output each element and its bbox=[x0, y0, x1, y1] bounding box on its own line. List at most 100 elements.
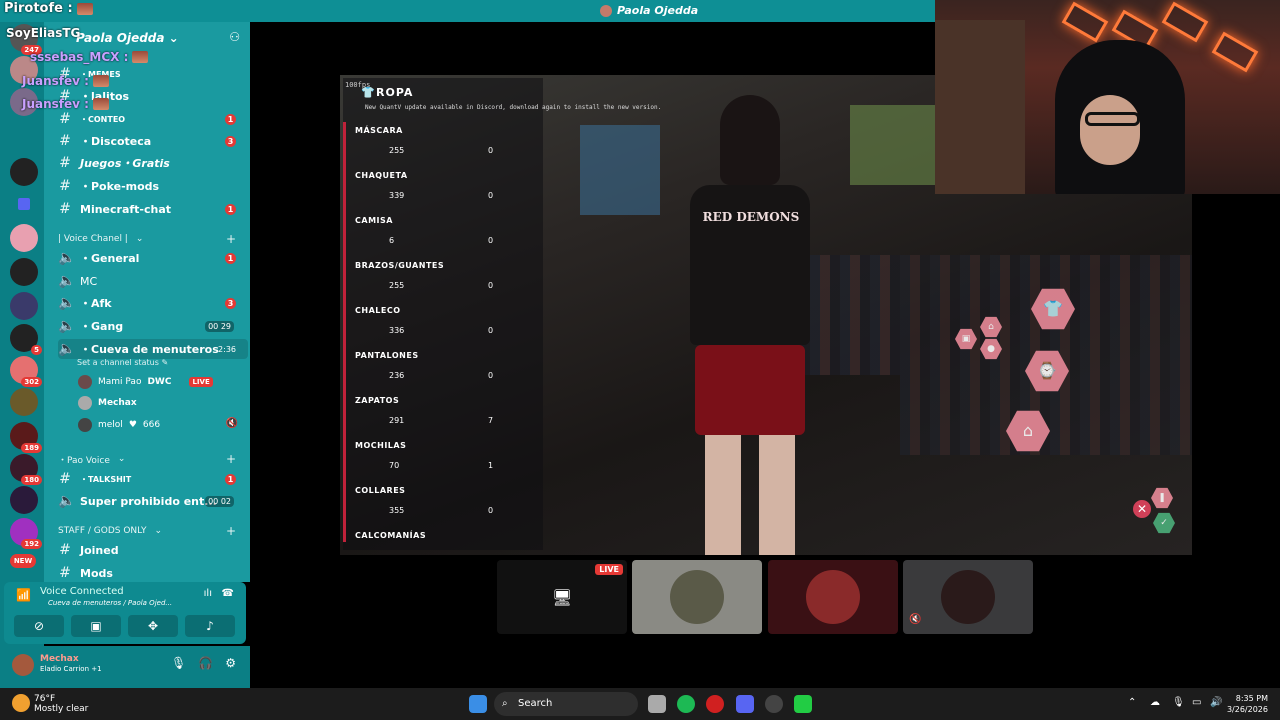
server-icon[interactable] bbox=[10, 292, 38, 320]
weather-widget[interactable]: 76°F Mostly clear bbox=[34, 694, 88, 714]
drawable-value[interactable]: 236 bbox=[389, 371, 404, 380]
add-channel-icon[interactable]: + bbox=[226, 452, 236, 466]
texture-value[interactable]: 0 bbox=[488, 236, 493, 245]
voice-location[interactable]: Cueva de menuteros / Paola Ojed... bbox=[48, 599, 172, 607]
channel-talkshit[interactable]: # ・TALKSHIT 1 bbox=[58, 469, 248, 489]
voice-member[interactable]: Mami Pao DWC LIVE bbox=[78, 373, 213, 391]
server-name[interactable]: Paola Ojedda ⌄ bbox=[76, 31, 179, 45]
participant-tile[interactable] bbox=[768, 560, 898, 634]
task-view-icon[interactable] bbox=[648, 695, 666, 713]
volume-icon[interactable]: 🔊 bbox=[1210, 697, 1222, 708]
menu-section[interactable]: CAMISA 6 0 bbox=[355, 216, 541, 260]
search-box[interactable]: ⌕ Search bbox=[494, 692, 638, 716]
texture-value[interactable]: 0 bbox=[488, 326, 493, 335]
server-icon[interactable] bbox=[10, 258, 38, 286]
menu-section[interactable]: CALCOMANÍAS bbox=[355, 531, 541, 549]
voice-channel-cueva[interactable]: 🔈 ・Cueva de menuteros 2:36 bbox=[58, 339, 248, 359]
drawable-value[interactable]: 336 bbox=[389, 326, 404, 335]
camera-off-button[interactable]: ⊘ bbox=[14, 615, 64, 637]
drawable-value[interactable]: 355 bbox=[389, 506, 404, 515]
clock[interactable]: 8:35 PM 3/26/2026 bbox=[1227, 693, 1268, 715]
server-icon[interactable]: 189 bbox=[10, 422, 42, 453]
voice-member[interactable]: Mechax bbox=[78, 394, 137, 412]
drawable-value[interactable]: 6 bbox=[389, 236, 394, 245]
voice-channel-mc[interactable]: 🔈 MC bbox=[58, 271, 248, 291]
windows-start-icon[interactable] bbox=[469, 695, 487, 713]
drawable-value[interactable]: 255 bbox=[389, 146, 404, 155]
server-icon[interactable] bbox=[10, 486, 38, 514]
channel-juegos-gratis[interactable]: # Juegos・Gratis bbox=[58, 153, 248, 173]
participant-tile[interactable] bbox=[632, 560, 762, 634]
category-pao-voice[interactable]: ・Pao Voice ⌄ + bbox=[58, 449, 248, 469]
app-icon[interactable] bbox=[765, 695, 783, 713]
weather-icon[interactable] bbox=[12, 694, 30, 712]
drawable-value[interactable]: 291 bbox=[389, 416, 404, 425]
avatar[interactable] bbox=[12, 654, 34, 676]
activities-button[interactable]: ✥ bbox=[128, 615, 178, 637]
drawable-value[interactable]: 339 bbox=[389, 191, 404, 200]
texture-value[interactable]: 0 bbox=[488, 191, 493, 200]
texture-value[interactable]: 0 bbox=[488, 371, 493, 380]
drawable-value[interactable]: 70 bbox=[389, 461, 399, 470]
voice-channel-general[interactable]: 🔈 ・General 1 bbox=[58, 248, 248, 268]
voice-member[interactable]: melol ♥ 666 bbox=[78, 416, 160, 434]
spotify-icon[interactable] bbox=[677, 695, 695, 713]
channel-status[interactable]: Set a channel status ✎ bbox=[77, 358, 168, 367]
screen-share-button[interactable]: ▣ bbox=[71, 615, 121, 637]
folder-icon[interactable] bbox=[18, 198, 30, 210]
cloud-icon[interactable]: ☁ bbox=[1150, 697, 1160, 708]
menu-section[interactable]: MÁSCARA 255 0 bbox=[355, 126, 541, 170]
add-channel-icon[interactable]: + bbox=[226, 524, 236, 538]
server-icon[interactable]: 180 bbox=[10, 454, 42, 485]
server-icon[interactable]: 192 bbox=[10, 518, 42, 549]
category-staff[interactable]: STAFF / GODS ONLY ⌄ + bbox=[58, 521, 248, 541]
server-icon[interactable]: 5 bbox=[10, 324, 42, 355]
soundboard-button[interactable]: ♪ bbox=[185, 615, 235, 637]
drawable-value[interactable]: 255 bbox=[389, 281, 404, 290]
server-icon[interactable]: 302 bbox=[10, 356, 42, 387]
texture-value[interactable]: 7 bbox=[488, 416, 493, 425]
channel-mods[interactable]: # Mods bbox=[58, 563, 248, 583]
network-icon[interactable]: ▭ bbox=[1192, 697, 1201, 708]
participant-tile[interactable]: 🔇 bbox=[903, 560, 1033, 634]
mic-tray-icon[interactable]: 🎙 bbox=[1172, 697, 1185, 708]
tray-chevron-icon[interactable]: ⌃ bbox=[1128, 697, 1136, 708]
menu-section[interactable]: MOCHILAS 70 1 bbox=[355, 441, 541, 485]
microphone-icon[interactable]: 🎙 bbox=[171, 656, 186, 670]
menu-section[interactable]: ZAPATOS 291 7 bbox=[355, 396, 541, 440]
voice-channel-afk[interactable]: 🔈 ・Afk 3 bbox=[58, 293, 248, 313]
texture-value[interactable]: 0 bbox=[488, 506, 493, 515]
participant-tile[interactable]: 🖥 LIVE bbox=[497, 560, 627, 634]
menu-section[interactable]: BRAZOS/GUANTES 255 0 bbox=[355, 261, 541, 305]
close-icon[interactable]: ✕ bbox=[1133, 500, 1151, 518]
server-icon[interactable] bbox=[10, 224, 38, 252]
menu-section[interactable]: CHALECO 336 0 bbox=[355, 306, 541, 350]
gear-icon[interactable]: ⚙ bbox=[225, 656, 236, 670]
channel-joined[interactable]: # Joined bbox=[58, 540, 248, 560]
channel-discoteca[interactable]: # ・Discoteca 3 bbox=[58, 131, 248, 151]
channel-minecraft-chat[interactable]: # Minecraft-chat 1 bbox=[58, 199, 248, 219]
new-badge[interactable]: NEW bbox=[10, 554, 36, 568]
opera-icon[interactable] bbox=[706, 695, 724, 713]
kick-icon[interactable] bbox=[794, 695, 812, 713]
menu-section[interactable]: CHAQUETA 339 0 bbox=[355, 171, 541, 215]
voice-channel-gang[interactable]: 🔈 ・Gang 00 29 bbox=[58, 316, 248, 336]
texture-value[interactable]: 0 bbox=[488, 281, 493, 290]
channel-poke-mods[interactable]: # ・Poke-mods bbox=[58, 176, 248, 196]
menu-section[interactable]: COLLARES 355 0 bbox=[355, 486, 541, 530]
server-icon[interactable] bbox=[10, 158, 38, 186]
headphones-icon[interactable]: 🎧 bbox=[198, 656, 213, 670]
texture-value[interactable]: 1 bbox=[488, 461, 493, 470]
add-member-icon[interactable]: ⚇ bbox=[229, 30, 240, 44]
menu-section[interactable]: PANTALONES 236 0 bbox=[355, 351, 541, 395]
channel-conteo[interactable]: # ・CONTEO 1 bbox=[58, 109, 248, 129]
discord-icon[interactable] bbox=[736, 695, 754, 713]
category-voice-chanel[interactable]: | Voice Chanel | ⌄ + bbox=[58, 229, 248, 249]
texture-value[interactable]: 0 bbox=[488, 146, 493, 155]
disconnect-icon[interactable]: ☎ bbox=[222, 588, 234, 599]
add-channel-icon[interactable]: + bbox=[226, 232, 236, 246]
signal-icon[interactable]: 📶 bbox=[16, 588, 31, 602]
noise-suppression-icon[interactable]: ılı bbox=[204, 588, 212, 599]
voice-channel-super-prohibido[interactable]: 🔈 Super prohibido ent... 00 02 bbox=[58, 491, 248, 511]
server-icon[interactable] bbox=[10, 388, 38, 416]
